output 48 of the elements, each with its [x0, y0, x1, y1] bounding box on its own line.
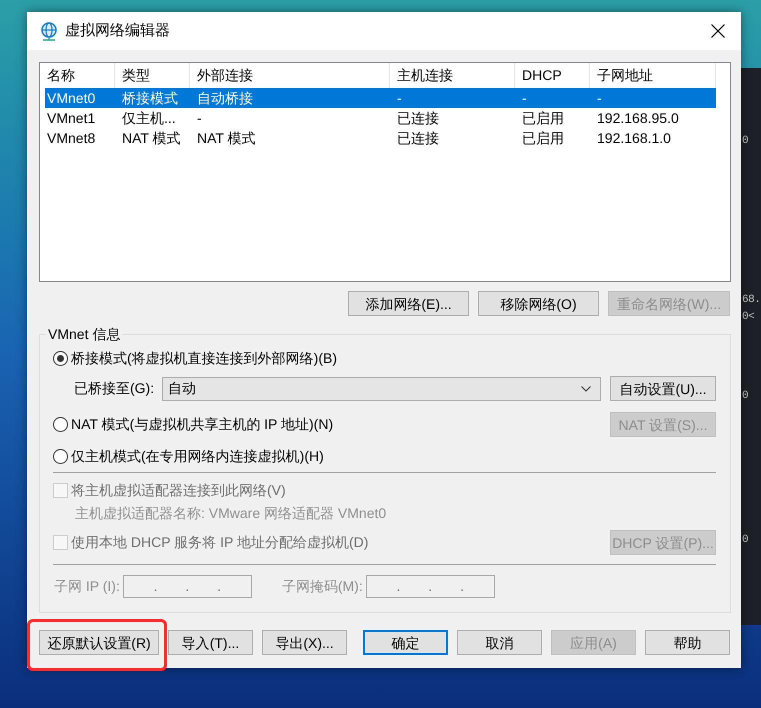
bridged-to-dropdown[interactable]: 自动 [162, 376, 601, 400]
subnet-ip-label: 子网 IP (I): [54, 577, 120, 596]
table-cell-text: - [596, 88, 603, 108]
table-cell-text: - [196, 108, 203, 128]
table-cell-text: 192.168.95.0 [596, 108, 680, 128]
terminal-text: 0< [742, 310, 754, 325]
group-title: VMnet 信息 [46, 325, 122, 343]
nat-mode-radio[interactable]: NAT 模式(与虚拟机共享主机的 IP 地址)(N) [53, 414, 334, 434]
table-cell-text: 仅主机... [121, 108, 177, 128]
terminal-text: 68. [742, 293, 760, 308]
globe-icon [40, 22, 58, 40]
remove-network-button[interactable]: 移除网络(O) [478, 291, 599, 316]
table-cell-text: - [521, 88, 528, 108]
subnet-mask-label: 子网掩码(M): [282, 577, 363, 596]
auto-settings-button[interactable]: 自动设置(U)... [610, 376, 716, 401]
table-cell-text: 桥接模式 [121, 88, 179, 108]
table-cell-text: VMnet1 [46, 108, 96, 128]
table-row[interactable]: VMnet8 NAT 模式 NAT 模式 已连接 已启用 192.168.1.0 [45, 128, 716, 148]
bridged-mode-radio[interactable]: 桥接模式(将虚拟机直接连接到外部网络)(B) [53, 348, 716, 368]
chevron-down-icon [581, 386, 591, 392]
table-row[interactable]: VMnet0 桥接模式 自动桥接 - - - [45, 88, 716, 108]
cancel-button[interactable]: 取消 [457, 630, 542, 655]
ok-button[interactable]: 确定 [363, 630, 448, 655]
terminal-text: 0 [742, 533, 748, 548]
table-cell-text: 已启用 [521, 128, 565, 148]
import-button[interactable]: 导入(T)... [168, 630, 253, 655]
terminal-text: 0 [742, 134, 748, 149]
table-cell-text: - [396, 88, 403, 108]
table-row[interactable]: VMnet1 仅主机... - 已连接 已启用 192.168.95.0 [45, 108, 716, 128]
table-cell-text: 自动桥接 [196, 88, 254, 108]
close-icon [711, 24, 725, 38]
export-button[interactable]: 导出(X)... [262, 630, 347, 655]
help-button[interactable]: 帮助 [645, 630, 730, 655]
window-title: 虚拟网络编辑器 [65, 20, 170, 41]
bridged-to-label: 已桥接至(G): [74, 379, 154, 398]
terminal-text: 0 [742, 389, 748, 404]
table-cell-text: NAT 模式 [121, 128, 182, 148]
table-cell-text: 192.168.1.0 [596, 128, 672, 148]
table-cell-text: 已连接 [396, 108, 440, 128]
table-cell-text: VMnet8 [46, 128, 96, 148]
adapter-name-text: 主机虚拟适配器名称: VMware 网络适配器 VMnet0 [75, 504, 388, 522]
table-cell-text: NAT 模式 [196, 128, 257, 148]
table-cell-text: 已连接 [396, 128, 440, 148]
host-only-mode-radio[interactable]: 仅主机模式(在专用网络内连接虚拟机)(H) [53, 446, 716, 466]
table-cell-text: 已启用 [521, 108, 565, 128]
restore-defaults-button[interactable]: 还原默认设置(R) [39, 630, 159, 655]
table-cell-text: VMnet0 [46, 88, 96, 108]
add-network-button[interactable]: 添加网络(E)... [348, 291, 469, 316]
